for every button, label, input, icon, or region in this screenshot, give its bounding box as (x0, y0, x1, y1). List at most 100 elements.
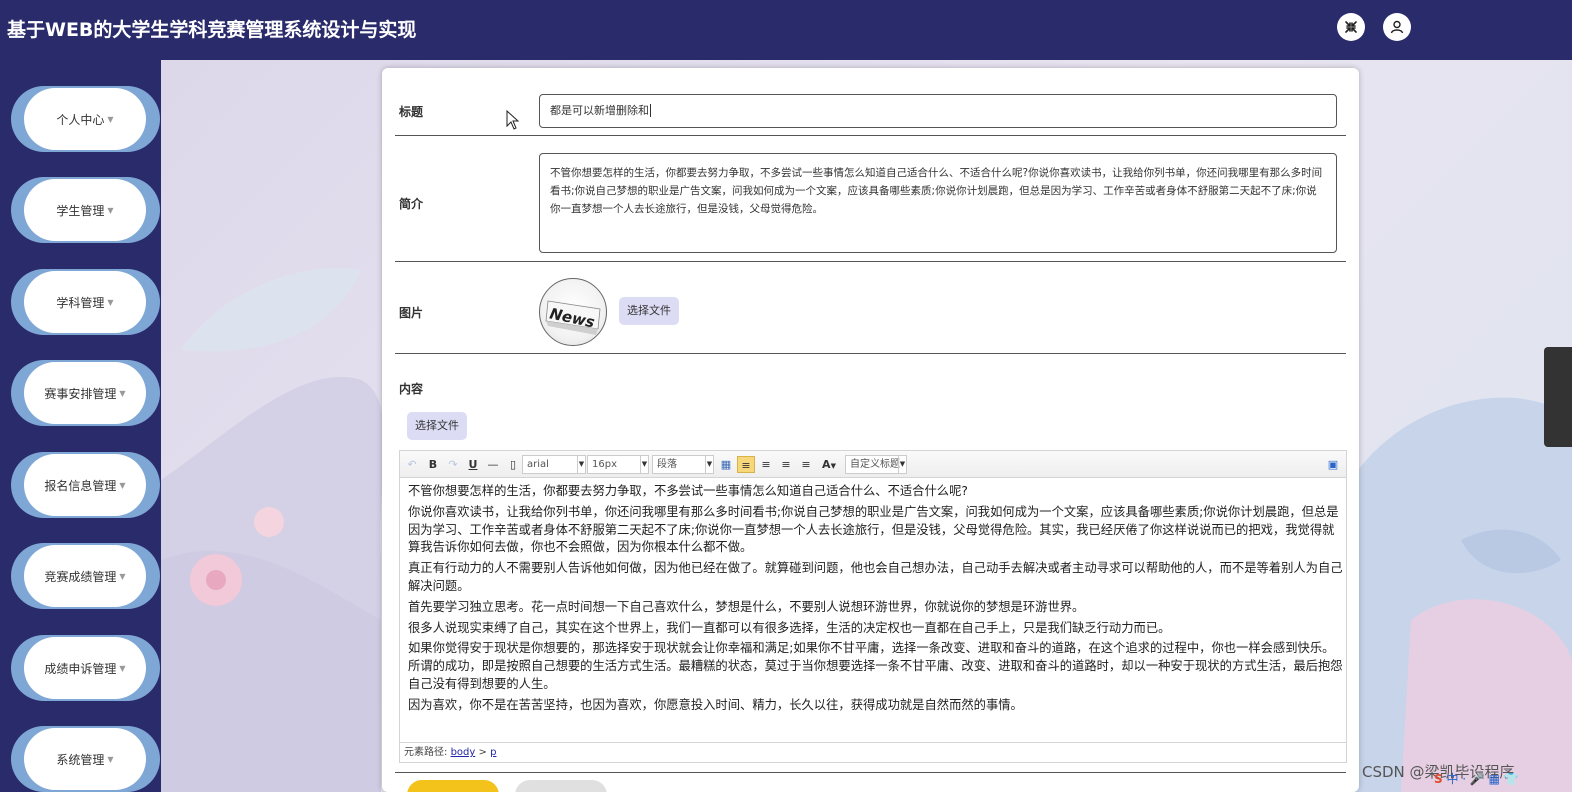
sidebar-item-registration[interactable]: 报名信息管理 ▼ (11, 452, 160, 518)
sidebar-item-label: 学生管理 (56, 203, 105, 218)
cancel-button[interactable] (515, 780, 607, 792)
nav-item-pill: 个人中心 ▼ (24, 88, 146, 150)
editor-paragraph: 首先要学习独立思考。花一点时间想一下自己喜欢什么，梦想是什么，不要别人说想环游世… (408, 599, 1085, 614)
sidebar: 个人中心 ▼ 学生管理 ▼ 学科管理 ▼ 赛事安排管理 ▼ 报名信息管理 ▼ 竞赛成绩管理… (0, 60, 161, 792)
editor-paragraph: 很多人说现实束缚了自己，其实在这个世界上，我们一直都可以有很多选择，生活的决定权… (408, 620, 1171, 635)
editor-paragraph: 不管你想要怎样的生活，你都要去努力争取，不多尝试一些事情怎么知道自己适合什么、不… (408, 484, 968, 498)
caret-down-icon: ▼ (119, 480, 126, 490)
content-choose-file-button[interactable]: 选择文件 (407, 412, 467, 440)
caret-down-icon: ▼ (640, 456, 648, 473)
nav-item-pill: 成绩申诉管理 ▼ (24, 637, 146, 699)
user-icon[interactable] (1383, 13, 1411, 41)
element-path-label: 元素路径: (404, 747, 448, 758)
element-path-body-link[interactable]: body (451, 747, 476, 758)
custom-title-select[interactable]: 自定义标题 ▼ (845, 455, 907, 474)
font-color-button[interactable]: A▼ (818, 456, 840, 473)
horizontal-rule-icon[interactable]: — (486, 456, 500, 473)
document-icon[interactable]: ▯ (506, 456, 520, 473)
caret-down-icon: ▼ (107, 114, 114, 124)
font-family-select[interactable]: arial ▼ (522, 455, 586, 474)
sidebar-item-label: 竞赛成绩管理 (44, 569, 117, 584)
row-divider (395, 135, 1346, 136)
nav-item-pill: 学科管理 ▼ (24, 271, 146, 333)
nav-item-pill: 系统管理 ▼ (24, 728, 146, 790)
editor-toolbar: ↶ B ↷ U — ▯ arial ▼ 16px ▼ 段落 ▼ ▦ ≡ ≡ ≡ ≡ A… (400, 451, 1346, 478)
sogou-icon: S (1434, 772, 1443, 786)
element-path-separator: > (478, 747, 487, 758)
nav-item-pill: 竞赛成绩管理 ▼ (24, 545, 146, 607)
sidebar-item-label: 学科管理 (56, 295, 105, 310)
fullscreen-exit-icon[interactable] (1337, 13, 1365, 41)
editor-content[interactable]: 不管你想要怎样的生活，你都要去努力争取，不多尝试一些事情怎么知道自己适合什么、不… (408, 483, 1343, 718)
sidebar-item-score-appeal[interactable]: 成绩申诉管理 ▼ (11, 635, 160, 701)
ime-toolbar-text: 中 · 🎤 ▦ 👕 (1446, 772, 1519, 786)
element-path-p-link[interactable]: p (490, 747, 496, 758)
ime-toolbar: S 中 · 🎤 ▦ 👕 (1434, 770, 1572, 792)
news-image-icon: News (545, 300, 601, 335)
image-choose-file-button[interactable]: 选择文件 (619, 297, 679, 325)
editor-paragraph: 你说你喜欢读书，让我给你列书单，你还问我哪里有那么多时间看书;你说自己梦想的职业… (408, 504, 1339, 555)
align-left-icon[interactable]: ≡ (737, 456, 755, 473)
nav-item-pill: 赛事安排管理 ▼ (24, 362, 146, 424)
sidebar-item-event-schedule[interactable]: 赛事安排管理 ▼ (11, 360, 160, 426)
custom-title-value: 自定义标题 (850, 459, 900, 470)
mouse-pointer-icon (506, 110, 520, 130)
sidebar-item-label: 赛事安排管理 (44, 386, 117, 401)
caret-down-icon: ▼ (898, 456, 906, 473)
bold-button[interactable]: B (426, 456, 440, 473)
rich-text-editor[interactable]: ↶ B ↷ U — ▯ arial ▼ 16px ▼ 段落 ▼ ▦ ≡ ≡ ≡ ≡ A… (399, 450, 1347, 763)
fullscreen-icon[interactable]: ▣ (1325, 456, 1341, 473)
sidebar-item-label: 个人中心 (56, 112, 105, 127)
underline-button[interactable]: U (466, 456, 480, 473)
row-divider (395, 772, 1346, 773)
sidebar-item-label: 系统管理 (56, 752, 105, 767)
title-input[interactable]: 都是可以新增删除和 (539, 94, 1337, 128)
undo-icon[interactable]: ↶ (404, 456, 420, 473)
caret-down-icon: ▼ (577, 456, 585, 473)
paragraph-select[interactable]: 段落 ▼ (652, 455, 714, 474)
editor-paragraph: 因为喜欢，你不是在苦苦坚持，也因为喜欢，你愿意投入时间、精力，长久以往，获得成功… (408, 697, 1023, 712)
paragraph-value: 段落 (657, 459, 677, 470)
summary-textarea[interactable]: 不管你想要怎样的生活，你都要去努力争取，不多尝试一些事情怎么知道自己适合什么、不… (539, 153, 1337, 253)
font-family-value: arial (527, 459, 549, 470)
caret-down-icon: ▼ (119, 388, 126, 398)
caret-down-icon: ▼ (119, 571, 126, 581)
element-path-bar: 元素路径: body > p (400, 742, 1346, 762)
redo-icon[interactable]: ↷ (446, 456, 460, 473)
editor-paragraph: 如果你觉得安于现状是你想要的，那选择安于现状就会让你幸福和满足;如果你不甘平庸，… (408, 641, 1343, 691)
align-center-icon[interactable]: ≡ (758, 456, 774, 473)
side-panel-handle[interactable] (1544, 347, 1572, 447)
image-label: 图片 (399, 306, 424, 320)
content-label: 内容 (399, 382, 424, 396)
nav-item-pill: 学生管理 ▼ (24, 179, 146, 241)
sidebar-item-system-management[interactable]: 系统管理 ▼ (11, 726, 160, 792)
font-size-select[interactable]: 16px ▼ (587, 455, 649, 474)
align-right-icon[interactable]: ≡ (778, 456, 794, 473)
table-icon[interactable]: ▦ (718, 456, 734, 473)
sidebar-item-student-management[interactable]: 学生管理 ▼ (11, 177, 160, 243)
caret-down-icon: ▼ (119, 663, 126, 673)
caret-down-icon: ▼ (107, 205, 114, 215)
row-divider (395, 261, 1346, 262)
top-header: 基于WEB的大学生学科竞赛管理系统设计与实现 (0, 0, 1572, 60)
title-input-value: 都是可以新增删除和 (550, 104, 649, 117)
editor-paragraph: 真正有行动力的人不需要别人告诉他如何做，因为他已经在做了。就算碰到问题，他也会自… (408, 561, 1343, 593)
align-justify-icon[interactable]: ≡ (798, 456, 814, 473)
app-title: 基于WEB的大学生学科竞赛管理系统设计与实现 (7, 19, 417, 41)
sidebar-item-personal-center[interactable]: 个人中心 ▼ (11, 86, 160, 152)
row-divider (395, 353, 1346, 354)
text-cursor (650, 104, 651, 117)
sidebar-item-competition-scores[interactable]: 竞赛成绩管理 ▼ (11, 543, 160, 609)
font-color-label: A (822, 458, 831, 471)
submit-button[interactable] (407, 780, 499, 792)
caret-down-icon: ▼ (107, 297, 114, 307)
summary-label: 简介 (399, 197, 424, 211)
caret-down-icon: ▼ (830, 462, 836, 470)
title-label: 标题 (399, 105, 424, 119)
edit-form-card: 标题 都是可以新增删除和 简介 不管你想要怎样的生活，你都要去努力争取，不多尝试… (382, 68, 1359, 792)
caret-down-icon: ▼ (705, 456, 713, 473)
sidebar-item-label: 成绩申诉管理 (44, 661, 117, 676)
caret-down-icon: ▼ (107, 754, 114, 764)
news-image-preview: News (539, 278, 607, 346)
sidebar-item-subject-management[interactable]: 学科管理 ▼ (11, 269, 160, 335)
